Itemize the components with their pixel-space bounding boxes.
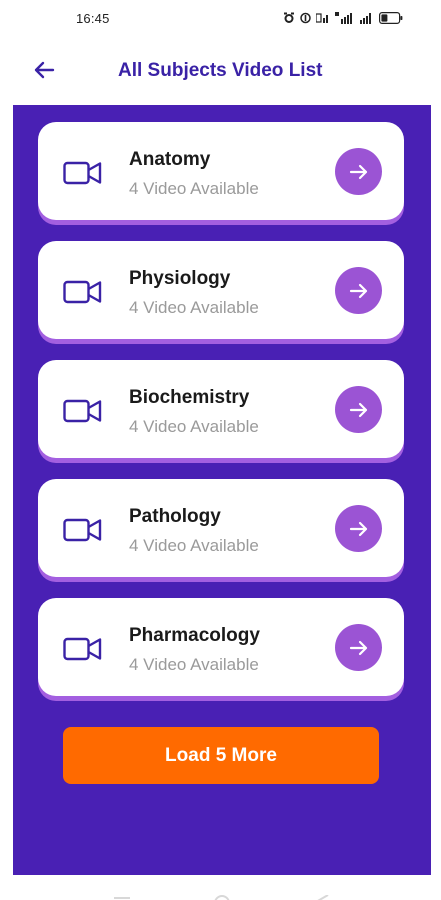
open-subject-button[interactable] [335, 148, 382, 195]
arrow-right-icon [349, 521, 367, 536]
subject-card-biochemistry[interactable]: Biochemistry 4 Video Available [38, 360, 404, 458]
video-count: 4 Video Available [129, 179, 259, 198]
screen: 16:45 All Subjects Video List Anatomy 4 … [0, 0, 441, 900]
video-count: 4 Video Available [129, 417, 259, 436]
arrow-left-icon [33, 61, 55, 84]
open-subject-button[interactable] [335, 386, 382, 433]
battery-icon [379, 12, 403, 24]
subject-name: Biochemistry [129, 387, 250, 408]
open-subject-button[interactable] [335, 267, 382, 314]
load-more-button[interactable]: Load 5 More [63, 727, 379, 784]
volte-icon [316, 12, 330, 24]
page-title: All Subjects Video List [118, 60, 323, 81]
back-nav-icon[interactable] [314, 890, 330, 900]
subject-list-panel: Anatomy 4 Video Available Physiology 4 V… [13, 105, 431, 875]
status-icons [283, 10, 403, 26]
signal-icon [335, 12, 355, 24]
header: All Subjects Video List [0, 48, 441, 96]
video-count: 4 Video Available [129, 536, 259, 555]
data-saver-icon [300, 12, 311, 24]
open-subject-button[interactable] [335, 624, 382, 671]
system-nav-bar [0, 880, 441, 900]
signal-2-icon [360, 12, 374, 24]
video-camera-icon [63, 398, 103, 424]
menu-icon[interactable] [114, 890, 130, 900]
subject-name: Physiology [129, 268, 231, 289]
back-button[interactable] [28, 56, 60, 88]
video-count: 4 Video Available [129, 655, 259, 674]
subject-card-physiology[interactable]: Physiology 4 Video Available [38, 241, 404, 339]
subject-name: Anatomy [129, 149, 211, 170]
home-icon[interactable] [214, 890, 230, 900]
status-time: 16:45 [76, 11, 110, 26]
subject-card-pharmacology[interactable]: Pharmacology 4 Video Available [38, 598, 404, 696]
arrow-right-icon [349, 283, 367, 298]
subject-name: Pharmacology [129, 625, 260, 646]
subject-name: Pathology [129, 506, 221, 527]
video-camera-icon [63, 160, 103, 186]
subject-card-pathology[interactable]: Pathology 4 Video Available [38, 479, 404, 577]
subject-card-anatomy[interactable]: Anatomy 4 Video Available [38, 122, 404, 220]
arrow-right-icon [349, 402, 367, 417]
open-subject-button[interactable] [335, 505, 382, 552]
video-camera-icon [63, 517, 103, 543]
video-camera-icon [63, 636, 103, 662]
alarm-icon [283, 12, 295, 24]
arrow-right-icon [349, 640, 367, 655]
video-count: 4 Video Available [129, 298, 259, 317]
arrow-right-icon [349, 164, 367, 179]
video-camera-icon [63, 279, 103, 305]
status-bar: 16:45 [0, 0, 441, 40]
